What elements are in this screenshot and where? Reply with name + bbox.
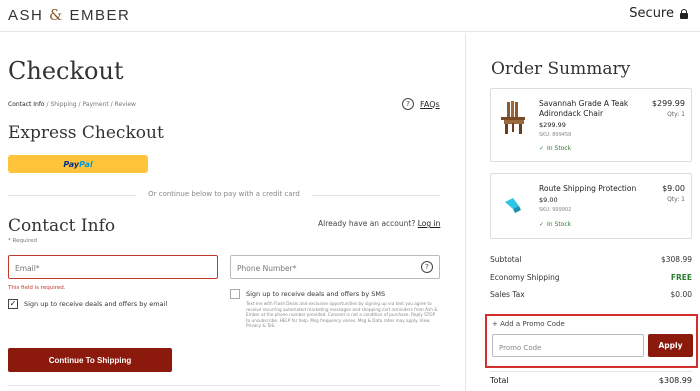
item-price: $299.99 bbox=[539, 121, 566, 129]
required-note: * Required bbox=[8, 238, 37, 244]
email-field[interactable] bbox=[8, 255, 218, 280]
page-title: Checkout bbox=[8, 57, 124, 85]
tax-row: Sales Tax $0.00 bbox=[490, 290, 692, 299]
paypal-button[interactable]: Pay Pal bbox=[8, 155, 148, 173]
question-icon: ? bbox=[402, 98, 414, 110]
check-icon: ✓ bbox=[539, 221, 545, 228]
email-optin[interactable]: ✓ Sign up to receive deals and offers by… bbox=[8, 299, 167, 309]
total-value: $308.99 bbox=[658, 376, 692, 385]
divider-line-right bbox=[312, 195, 440, 196]
item-total: $9.00 bbox=[662, 184, 685, 193]
lock-icon bbox=[680, 8, 688, 19]
promo-code-field[interactable] bbox=[492, 334, 644, 359]
continue-to-shipping-button[interactable]: Continue To Shipping bbox=[8, 348, 172, 372]
check-icon: ✓ bbox=[539, 145, 545, 152]
login-link[interactable]: Log in bbox=[418, 219, 441, 228]
shipping-label: Economy Shipping bbox=[490, 273, 560, 282]
sms-optin[interactable]: Sign up to receive deals and offers by S… bbox=[230, 289, 385, 299]
email-input[interactable] bbox=[9, 257, 217, 280]
sms-fine-print: Text me with Flash Deals and exclusive o… bbox=[246, 301, 438, 328]
sms-optin-label: Sign up to receive deals and offers by S… bbox=[246, 290, 386, 298]
secure-indicator: Secure bbox=[629, 6, 688, 21]
paypal-logo-pay: Pay bbox=[63, 159, 80, 169]
account-prompt-text: Already have an account? bbox=[318, 219, 416, 228]
item-stock-status: ✓ In Stock bbox=[539, 145, 571, 152]
item-quantity: Qty: 1 bbox=[667, 196, 685, 203]
breadcrumb-remaining-steps: / Shipping / Payment / Review bbox=[44, 101, 136, 108]
section-divider bbox=[8, 385, 440, 386]
logo-ampersand: & bbox=[49, 6, 64, 24]
item-sku: SKU: 999902 bbox=[539, 207, 572, 213]
site-header: ASH & EMBER Secure bbox=[0, 0, 700, 32]
breadcrumb: Contact Info / Shipping / Payment / Revi… bbox=[8, 101, 136, 108]
paypal-logo-pal: Pal bbox=[79, 159, 93, 169]
item-sku: SKU: 899458 bbox=[539, 132, 572, 138]
stock-label: In Stock bbox=[547, 145, 572, 152]
item-name: Savannah Grade A Teak Adirondack Chair bbox=[539, 99, 629, 118]
email-error-message: This field is required. bbox=[8, 285, 66, 291]
phone-input[interactable] bbox=[231, 257, 439, 280]
adirondack-chair-icon bbox=[501, 101, 525, 134]
total-divider bbox=[490, 371, 692, 372]
account-prompt: Already have an account? Log in bbox=[318, 219, 440, 228]
item-name: Route Shipping Protection bbox=[539, 184, 637, 193]
logo-text-right: EMBER bbox=[69, 7, 131, 24]
subtotal-row: Subtotal $308.99 bbox=[490, 255, 692, 264]
phone-field[interactable]: ? bbox=[230, 255, 440, 280]
faqs-link-group[interactable]: ? FAQs bbox=[402, 98, 440, 110]
promo-code-input[interactable] bbox=[493, 337, 643, 359]
order-summary-panel: Order Summary Savannah Grade A Teak Adir… bbox=[465, 33, 700, 391]
shipping-row: Economy Shipping FREE bbox=[490, 273, 692, 282]
item-total: $299.99 bbox=[651, 99, 685, 108]
payment-divider: Or continue below to pay with a credit c… bbox=[8, 190, 440, 200]
promo-code-section: + Add a Promo Code Apply bbox=[485, 314, 698, 368]
order-summary-heading: Order Summary bbox=[491, 59, 631, 79]
total-label: Total bbox=[490, 376, 509, 385]
tax-label: Sales Tax bbox=[490, 290, 525, 299]
divider-text: Or continue below to pay with a credit c… bbox=[148, 190, 300, 198]
item-stock-status: ✓ In Stock bbox=[539, 221, 571, 228]
cart-item: Savannah Grade A Teak Adirondack Chair $… bbox=[490, 88, 692, 162]
subtotal-label: Subtotal bbox=[490, 255, 522, 264]
apply-promo-button[interactable]: Apply bbox=[648, 334, 693, 357]
shipping-value: FREE bbox=[670, 273, 692, 282]
total-row: Total $308.99 bbox=[490, 376, 692, 385]
breadcrumb-contact-info: Contact Info bbox=[8, 101, 45, 108]
brand-logo[interactable]: ASH & EMBER bbox=[8, 6, 130, 24]
secure-label: Secure bbox=[629, 6, 674, 21]
sms-optin-checkbox[interactable] bbox=[230, 289, 240, 299]
contact-info-heading: Contact Info bbox=[8, 216, 116, 236]
express-checkout-heading: Express Checkout bbox=[8, 123, 164, 143]
subtotal-value: $308.99 bbox=[660, 255, 692, 264]
tax-value: $0.00 bbox=[670, 290, 692, 299]
phone-help-icon[interactable]: ? bbox=[421, 261, 433, 273]
route-logo-icon bbox=[505, 198, 521, 213]
email-optin-checkbox[interactable]: ✓ bbox=[8, 299, 18, 309]
add-promo-code-toggle[interactable]: + Add a Promo Code bbox=[492, 320, 565, 328]
item-price: $9.00 bbox=[539, 196, 558, 204]
stock-label: In Stock bbox=[547, 221, 572, 228]
logo-text-left: ASH bbox=[8, 7, 44, 24]
cart-item: Route Shipping Protection $9.00 SKU: 999… bbox=[490, 173, 692, 239]
email-optin-label: Sign up to receive deals and offers by e… bbox=[24, 300, 168, 308]
checkout-main: Checkout Contact Info / Shipping / Payme… bbox=[0, 33, 464, 391]
item-quantity: Qty: 1 bbox=[667, 111, 685, 118]
faqs-link[interactable]: FAQs bbox=[420, 100, 440, 109]
